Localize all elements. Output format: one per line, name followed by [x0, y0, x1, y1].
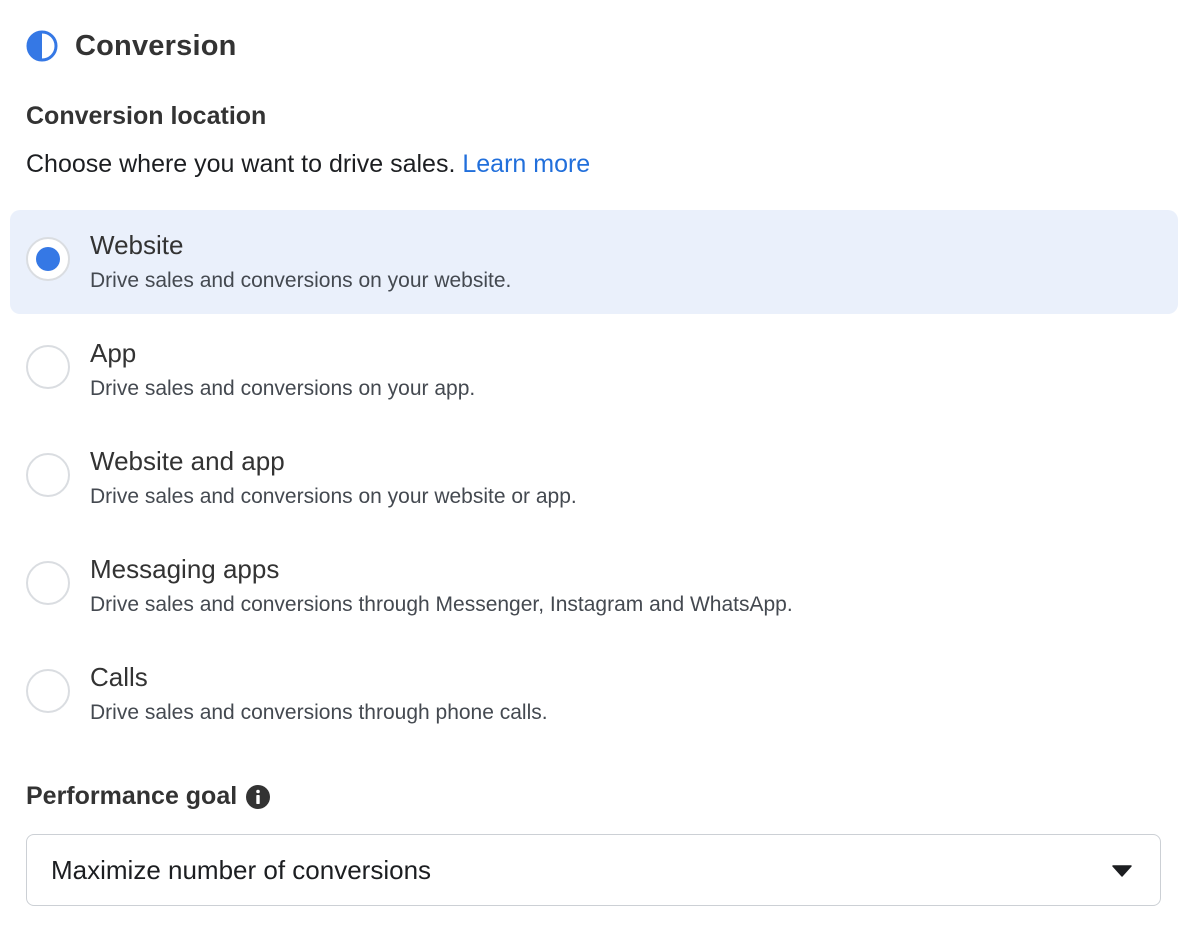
radio-button[interactable]	[26, 561, 70, 605]
dropdown-selected-value: Maximize number of conversions	[51, 855, 432, 885]
section-header: Conversion	[26, 28, 237, 64]
conversion-location-description: Choose where you want to drive sales. Le…	[26, 150, 590, 179]
option-description: Drive sales and conversions through phon…	[90, 701, 548, 724]
learn-more-link[interactable]: Learn more	[462, 150, 590, 178]
radio-button[interactable]	[26, 669, 70, 713]
option-website-and-app[interactable]: Website and app Drive sales and conversi…	[10, 426, 1178, 530]
option-description: Drive sales and conversions through Mess…	[90, 593, 793, 616]
caret-down-icon	[1112, 864, 1132, 877]
option-description: Drive sales and conversions on your app.	[90, 377, 476, 400]
radio-selected-dot	[36, 247, 60, 271]
section-title: Conversion	[75, 29, 237, 62]
option-website[interactable]: Website Drive sales and conversions on y…	[10, 210, 1178, 314]
option-description: Drive sales and conversions on your webs…	[90, 269, 512, 292]
half-circle-icon	[26, 30, 58, 62]
conversion-location-options: Website Drive sales and conversions on y…	[10, 210, 1178, 750]
radio-button[interactable]	[26, 237, 70, 281]
option-title: Calls	[90, 662, 148, 692]
option-title: Website	[90, 230, 184, 260]
performance-goal-text: Performance goal	[26, 782, 238, 810]
option-calls[interactable]: Calls Drive sales and conversions throug…	[10, 642, 1178, 746]
option-title: Messaging apps	[90, 554, 280, 584]
option-messaging-apps[interactable]: Messaging apps Drive sales and conversio…	[10, 534, 1178, 638]
option-app[interactable]: App Drive sales and conversions on your …	[10, 318, 1178, 422]
option-title: Website and app	[90, 446, 285, 476]
radio-button[interactable]	[26, 453, 70, 497]
info-icon[interactable]	[246, 784, 271, 809]
conversion-location-label: Conversion location	[26, 102, 267, 130]
description-text: Choose where you want to drive sales.	[26, 150, 456, 178]
radio-button[interactable]	[26, 345, 70, 389]
option-title: App	[90, 338, 137, 368]
performance-goal-dropdown[interactable]: Maximize number of conversions	[26, 834, 1161, 906]
option-description: Drive sales and conversions on your webs…	[90, 485, 577, 508]
performance-goal-label: Performance goal	[26, 782, 271, 811]
